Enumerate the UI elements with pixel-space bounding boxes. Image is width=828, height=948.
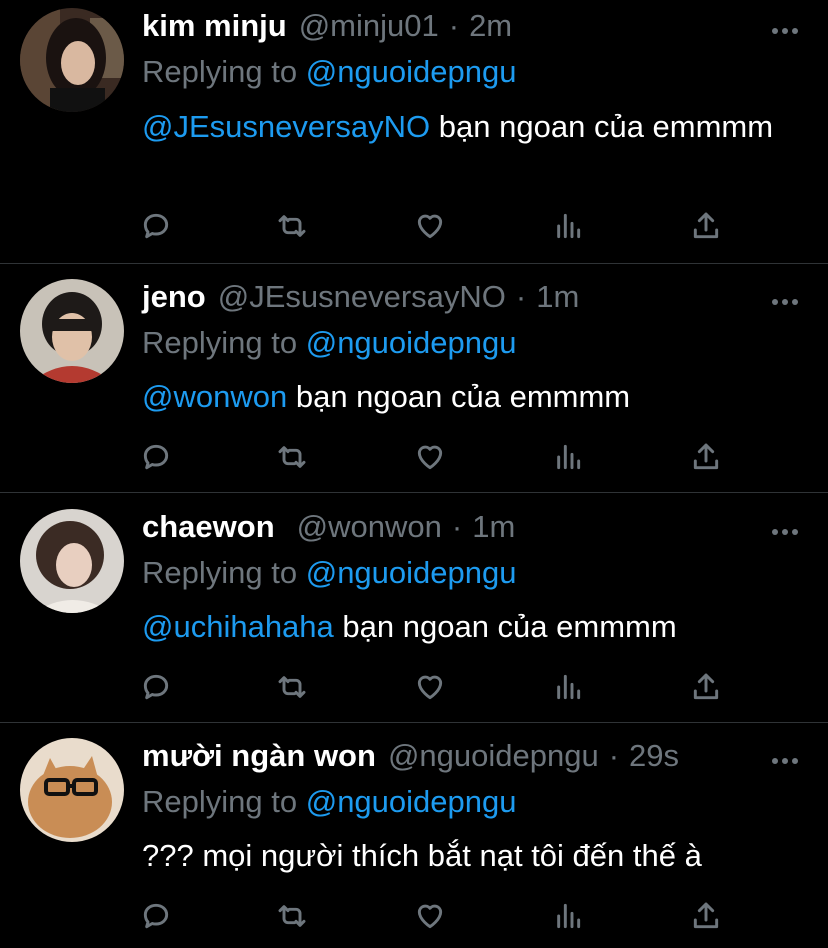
tweet-text-content: bạn ngoan của emmmm (430, 109, 774, 144)
replying-to-link[interactable]: @nguoidepngu (306, 54, 517, 89)
timestamp[interactable]: 1m (472, 509, 515, 545)
tweet-text: @uchihahaha bạn ngoan của emmmm (142, 606, 792, 648)
divider (0, 263, 828, 264)
retweet-icon[interactable] (276, 210, 316, 250)
tweet[interactable]: chaewon @wonwon · 1m Replying to @nguoid… (0, 509, 828, 719)
replying-label: Replying to (142, 784, 298, 819)
avatar[interactable] (20, 8, 124, 112)
display-name[interactable]: jeno (142, 279, 206, 315)
username[interactable]: @JEsusneversayNO (218, 279, 506, 315)
cat-with-glasses-avatar-image (20, 738, 124, 842)
retweet-icon[interactable] (276, 900, 316, 940)
tweet-text: @wonwon bạn ngoan của emmmm (142, 376, 792, 418)
woman-avatar-image (20, 8, 124, 112)
analytics-icon[interactable] (552, 900, 592, 940)
tweet-header: kim minju @minju01 · 2m (142, 8, 512, 58)
mention-link[interactable]: @JEsusneversayNO (142, 109, 430, 144)
retweet-icon[interactable] (276, 671, 316, 711)
username[interactable]: @nguoidepngu (388, 738, 599, 774)
mention-link[interactable]: @wonwon (142, 379, 287, 414)
more-icon[interactable] (772, 299, 798, 307)
replying-to: Replying to @nguoidepngu (142, 784, 516, 820)
replying-label: Replying to (142, 54, 298, 89)
replying-to: Replying to @nguoidepngu (142, 54, 516, 90)
tweet[interactable]: mười ngàn won @nguoidepngu · 29s Replyin… (0, 738, 828, 948)
replying-to-link[interactable]: @nguoidepngu (306, 555, 517, 590)
timestamp[interactable]: 2m (469, 8, 512, 44)
tweet-actions (140, 210, 740, 250)
display-name[interactable]: kim minju (142, 8, 287, 44)
avatar[interactable] (20, 738, 124, 842)
share-icon[interactable] (690, 671, 730, 711)
girl-avatar-image (20, 509, 124, 613)
divider (0, 722, 828, 723)
tweet-header: jeno @JEsusneversayNO · 1m (142, 279, 579, 329)
analytics-icon[interactable] (552, 441, 592, 481)
reply-icon[interactable] (140, 210, 180, 250)
avatar[interactable] (20, 509, 124, 613)
tweet-text: ??? mọi người thích bắt nạt tôi đến thế … (142, 835, 792, 877)
tweet-text: @JEsusneversayNO bạn ngoan của emmmm (142, 106, 792, 148)
tweet-text-content: bạn ngoan của emmmm (333, 609, 677, 644)
timestamp[interactable]: 1m (536, 279, 579, 315)
like-icon[interactable] (414, 441, 454, 481)
avatar[interactable] (20, 279, 124, 383)
reply-icon[interactable] (140, 441, 180, 481)
tweet-actions (140, 900, 740, 940)
tweet-actions (140, 441, 740, 481)
tweet-actions (140, 671, 740, 711)
mention-link[interactable]: @uchihahaha (142, 609, 334, 644)
replying-to: Replying to @nguoidepngu (142, 555, 516, 591)
analytics-icon[interactable] (552, 671, 592, 711)
replying-to-link[interactable]: @nguoidepngu (306, 784, 517, 819)
analytics-icon[interactable] (552, 210, 592, 250)
like-icon[interactable] (414, 900, 454, 940)
tweet[interactable]: jeno @JEsusneversayNO · 1m Replying to @… (0, 279, 828, 489)
reply-icon[interactable] (140, 671, 180, 711)
more-icon[interactable] (772, 529, 798, 537)
separator: · (515, 279, 527, 314)
like-icon[interactable] (414, 210, 454, 250)
share-icon[interactable] (690, 441, 730, 481)
display-name[interactable]: mười ngàn won (142, 738, 376, 774)
tweet-header: chaewon @wonwon · 1m (142, 509, 515, 559)
like-icon[interactable] (414, 671, 454, 711)
boy-avatar-image (20, 279, 124, 383)
separator: · (448, 8, 460, 43)
username[interactable]: @minju01 (299, 8, 439, 44)
separator: · (608, 738, 620, 773)
replying-to-link[interactable]: @nguoidepngu (306, 325, 517, 360)
timestamp[interactable]: 29s (629, 738, 679, 774)
tweet-header: mười ngàn won @nguoidepngu · 29s (142, 738, 679, 788)
replying-label: Replying to (142, 555, 298, 590)
retweet-icon[interactable] (276, 441, 316, 481)
display-name[interactable]: chaewon (142, 509, 275, 545)
replying-to: Replying to @nguoidepngu (142, 325, 516, 361)
more-icon[interactable] (772, 758, 798, 766)
username[interactable]: @wonwon (297, 509, 442, 545)
tweet-text-content: ??? mọi người thích bắt nạt tôi đến thế … (142, 838, 702, 873)
reply-icon[interactable] (140, 900, 180, 940)
separator: · (451, 509, 463, 544)
share-icon[interactable] (690, 900, 730, 940)
tweet-text-content: bạn ngoan của emmmm (287, 379, 631, 414)
more-icon[interactable] (772, 28, 798, 36)
tweet[interactable]: kim minju @minju01 · 2m Replying to @ngu… (0, 8, 828, 258)
divider (0, 492, 828, 493)
replying-label: Replying to (142, 325, 298, 360)
share-icon[interactable] (690, 210, 730, 250)
